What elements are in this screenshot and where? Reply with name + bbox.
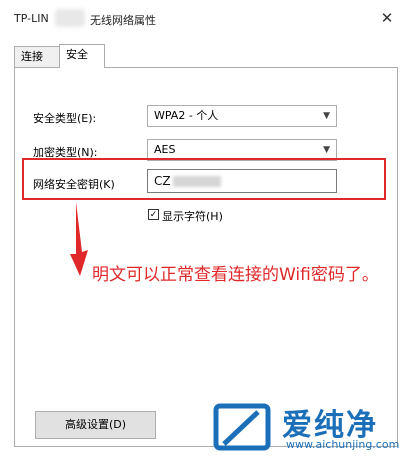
- security-type-label: 安全类型(E):: [33, 112, 97, 125]
- network-key-input[interactable]: CZ: [147, 169, 337, 193]
- close-icon[interactable]: ✕: [377, 8, 397, 28]
- key-blur-mask: [172, 176, 221, 187]
- show-chars-checkbox[interactable]: ✓: [148, 209, 159, 220]
- title-bar: TP-LIN 无线网络属性 ✕: [0, 0, 409, 38]
- red-arrow-icon: [70, 202, 88, 276]
- security-type-select[interactable]: WPA2 - 个人 ▼: [147, 105, 337, 127]
- blurred-network-name: [55, 9, 85, 27]
- annotation-text: 明文可以正常查看连接的Wifi密码了。: [92, 265, 379, 285]
- tab-security[interactable]: 安全: [59, 44, 105, 68]
- chevron-down-icon: ▼: [323, 145, 330, 155]
- show-chars-label[interactable]: 显示字符(H): [162, 208, 223, 224]
- network-key-value: CZ: [154, 174, 171, 188]
- watermark-url: www.aichunjing.com: [286, 438, 400, 451]
- tab-connection[interactable]: 连接: [14, 46, 60, 67]
- window-title-prefix: TP-LIN: [14, 12, 49, 25]
- advanced-settings-button[interactable]: 高级设置(D): [35, 411, 156, 439]
- security-type-value: WPA2 - 个人: [154, 109, 219, 122]
- watermark-logo-icon: [213, 403, 271, 451]
- window-title: 无线网络属性: [90, 14, 156, 27]
- network-key-label: 网络安全密钥(K): [33, 178, 115, 191]
- encryption-type-value: AES: [154, 143, 176, 156]
- chevron-down-icon: ▼: [323, 111, 330, 121]
